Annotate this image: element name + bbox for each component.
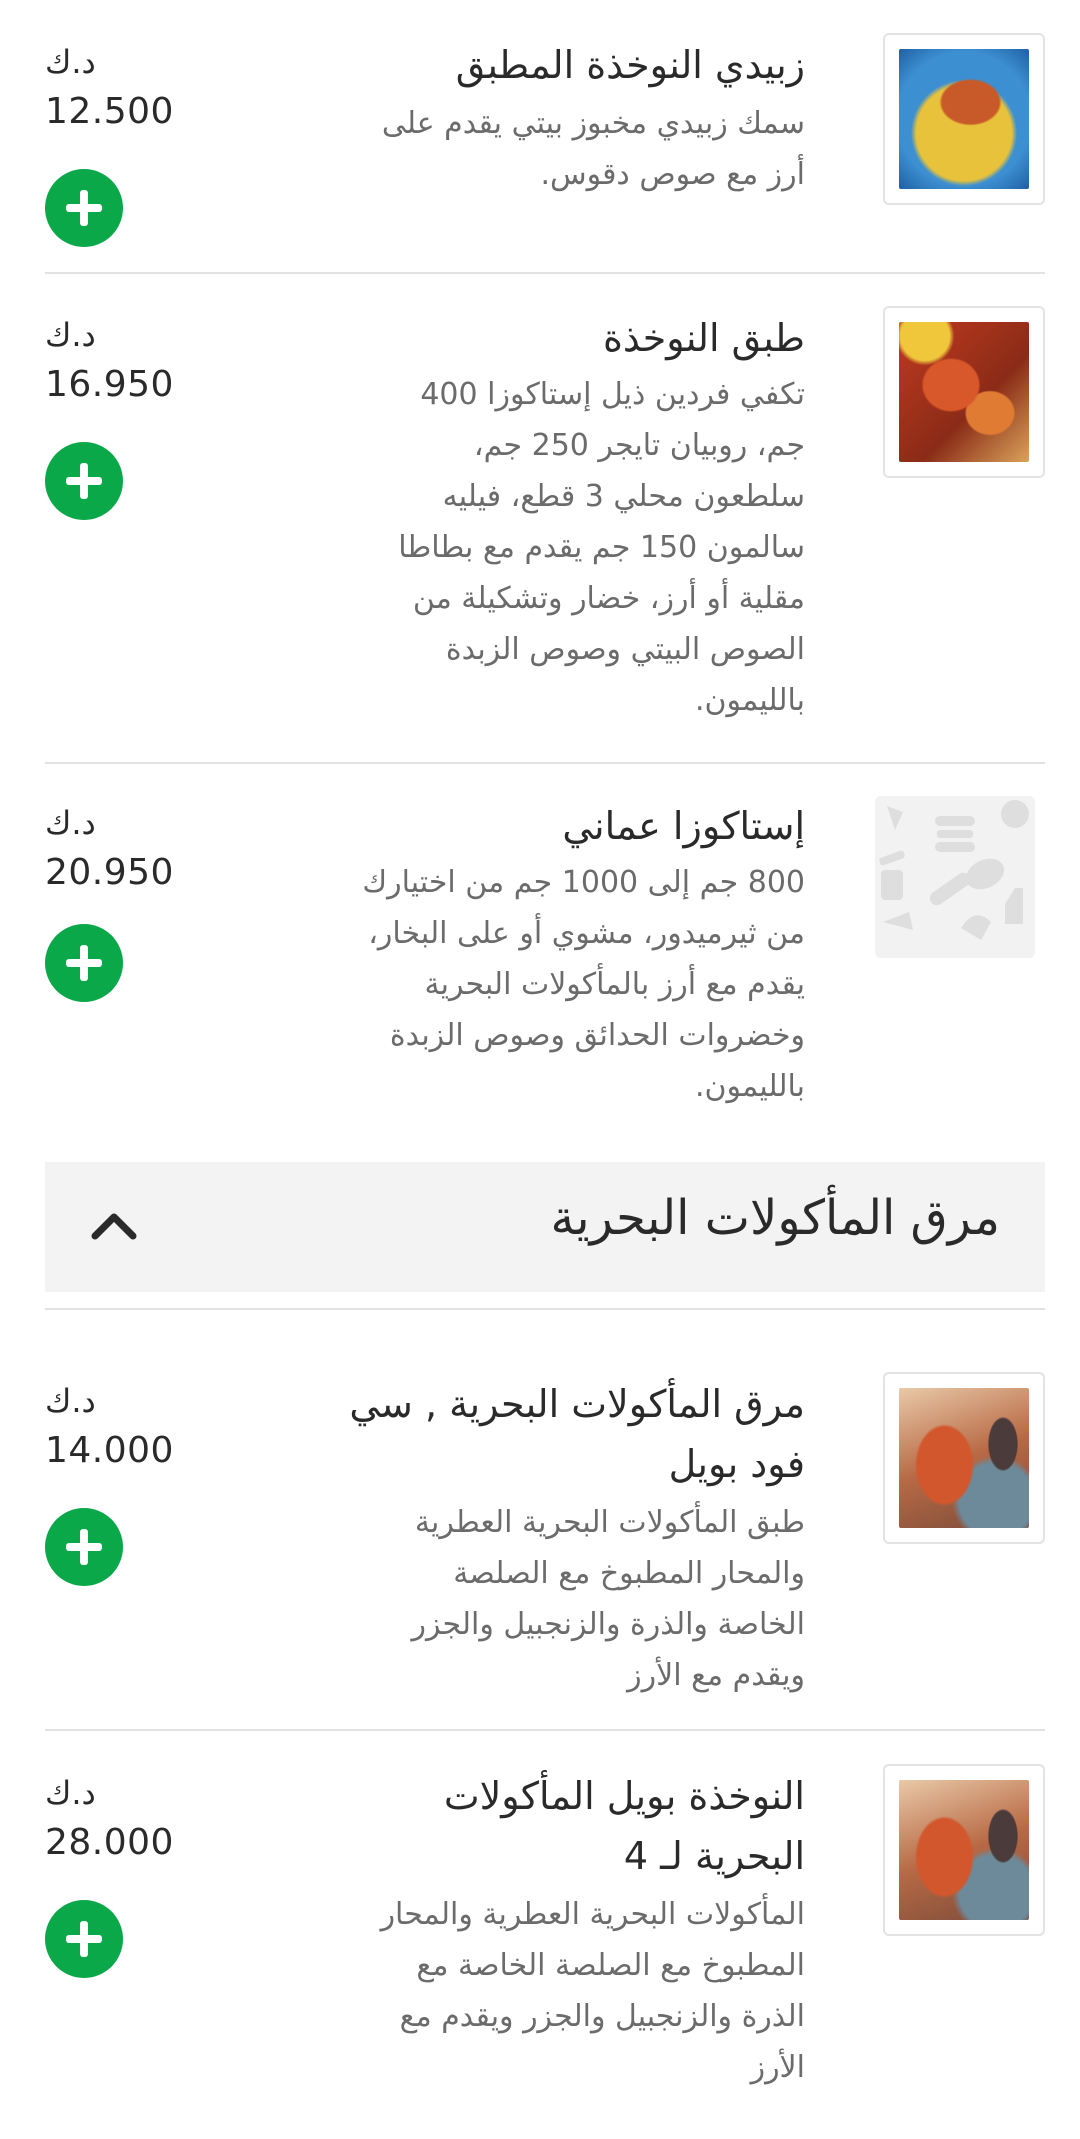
category-header[interactable]: مرق المأكولات البحرية: [45, 1162, 1045, 1292]
add-to-cart-button[interactable]: [45, 169, 123, 247]
item-description-line: سمك زبيدي مخبوز بيتي يقدم على: [381, 106, 805, 141]
item-description-line: تكفي فردين ذيل إستاكوزا 400: [420, 377, 805, 412]
item-price: 28.000: [45, 1822, 174, 1863]
menu-item[interactable]: إستاكوزا عماني 800 جم إلى 1000 جم من اخت…: [45, 794, 1045, 1124]
divider: [45, 1729, 1045, 1731]
item-description-line: الأرز: [750, 2050, 805, 2085]
category-title: مرق المأكولات البحرية: [550, 1190, 1000, 1246]
item-name: طبق النوخذة: [602, 316, 805, 360]
item-name: النوخذة بويل المأكولات: [443, 1774, 805, 1818]
item-description-line: جم، روبيان تايجر 250 جم،: [473, 428, 805, 463]
placeholder-image[interactable]: [875, 796, 1035, 958]
item-price: 20.950: [45, 852, 174, 893]
item-description-line: وخضروات الحدائق وصوص الزبدة: [389, 1018, 805, 1053]
item-description-line: أرز مع صوص دقوس.: [540, 157, 805, 192]
menu-item[interactable]: طبق النوخذة تكفي فردين ذيل إستاكوزا 400 …: [45, 306, 1045, 726]
currency-label: د.ك: [45, 43, 96, 81]
item-description-line: الخاصة والذرة والزنجبيل والجزر: [411, 1607, 806, 1642]
add-to-cart-button[interactable]: [45, 924, 123, 1002]
item-description-line: ويقدم مع الأرز: [627, 1658, 805, 1693]
seafood-boil-photo: [899, 1388, 1029, 1528]
item-price: 14.000: [45, 1430, 174, 1471]
item-name: زبيدي النوخذة المطبق: [455, 43, 805, 87]
item-description-line: طبق المأكولات البحرية العطرية: [414, 1505, 805, 1540]
add-to-cart-button[interactable]: [45, 442, 123, 520]
item-name: فود بويل: [668, 1442, 805, 1486]
currency-label: د.ك: [45, 1774, 96, 1812]
food-placeholder-icon: [879, 800, 1029, 940]
menu-item[interactable]: زبيدي النوخذة المطبق سمك زبيدي مخبوز بيت…: [45, 33, 1045, 247]
item-description-line: من ثيرميدور، مشوي أو على البخار،: [368, 916, 805, 951]
item-photo[interactable]: [883, 33, 1045, 205]
menu-item[interactable]: النوخذة بويل المأكولات البحرية لـ 4 المأ…: [45, 1764, 1045, 2134]
item-photo[interactable]: [883, 306, 1045, 478]
add-to-cart-button[interactable]: [45, 1508, 123, 1586]
add-to-cart-button[interactable]: [45, 1900, 123, 1978]
menu-item[interactable]: مرق المأكولات البحرية , سي فود بويل طبق …: [45, 1372, 1045, 1712]
item-description-line: المأكولات البحرية العطرية والمحار: [380, 1897, 805, 1932]
item-price: 16.950: [45, 364, 174, 405]
grilled-fish-photo: [899, 49, 1029, 189]
item-name: إستاكوزا عماني: [562, 804, 805, 848]
currency-label: د.ك: [45, 316, 96, 354]
item-description-line: الصوص البيتي وصوص الزبدة: [445, 632, 805, 667]
chevron-up-icon[interactable]: [89, 1206, 139, 1246]
item-description-line: والمحار المطبوخ مع الصلصة: [453, 1556, 805, 1591]
item-photo[interactable]: [883, 1372, 1045, 1544]
divider: [45, 272, 1045, 274]
divider: [45, 1308, 1045, 1310]
item-description-line: بالليمون.: [694, 683, 805, 718]
item-description-line: سالمون 150 جم يقدم مع بطاطا: [398, 530, 805, 565]
item-price: 12.500: [45, 91, 174, 132]
divider: [45, 762, 1045, 764]
item-description-line: بالليمون.: [694, 1069, 805, 1104]
item-name: مرق المأكولات البحرية , سي: [349, 1382, 805, 1426]
item-description-line: الذرة والزنجبيل والجزر ويقدم مع: [399, 1999, 805, 2034]
currency-label: د.ك: [45, 804, 96, 842]
seafood-boil-photo: [899, 1780, 1029, 1920]
item-name: البحرية لـ 4: [623, 1834, 805, 1878]
item-description-line: يقدم مع أرز بالمأكولات البحرية: [424, 967, 805, 1002]
item-description-line: سلطعون محلي 3 قطع، فيليه: [442, 479, 805, 514]
item-description-line: المطبوخ مع الصلصة الخاصة مع: [416, 1948, 805, 1983]
item-description-line: مقلية أو أرز، خضار وتشكيلة من: [412, 581, 805, 616]
seafood-platter-photo: [899, 322, 1029, 462]
item-photo[interactable]: [883, 1764, 1045, 1936]
item-description-line: 800 جم إلى 1000 جم من اختيارك: [362, 865, 805, 900]
currency-label: د.ك: [45, 1382, 96, 1420]
